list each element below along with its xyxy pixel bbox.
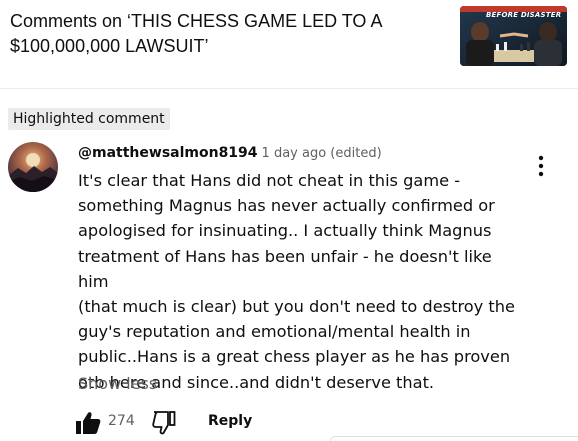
comment-header: @matthewsalmon8194 1 day ago (edited) [78, 142, 382, 162]
video-thumbnail[interactable]: BEFORE DISASTER [460, 6, 567, 66]
more-actions-button[interactable] [530, 153, 552, 179]
video-title: Comments on ‘THIS CHESS GAME LED TO A $1… [10, 11, 382, 56]
comment-author[interactable]: @matthewsalmon8194 [78, 145, 258, 161]
thumbs-up-filled-icon [76, 412, 101, 434]
avatar-image [8, 142, 58, 192]
dislike-button[interactable] [150, 410, 178, 436]
thumbnail-caption: BEFORE DISASTER [486, 11, 562, 19]
show-less-button[interactable]: Show less [78, 374, 157, 393]
header-divider [0, 88, 578, 89]
highlighted-comment-badge: Highlighted comment [8, 108, 170, 130]
bottom-panel-edge [330, 436, 578, 441]
reply-button[interactable]: Reply [208, 413, 252, 429]
comments-header: Comments on ‘THIS CHESS GAME LED TO A $1… [0, 0, 578, 88]
avatar[interactable] [8, 142, 58, 192]
like-count: 274 [108, 413, 135, 429]
comment-text: It's clear that Hans did not cheat in th… [78, 171, 515, 392]
like-button[interactable] [74, 410, 102, 436]
vertical-ellipsis-icon [538, 155, 544, 177]
thumbs-down-outline-icon [152, 411, 176, 435]
comment-timestamp[interactable]: 1 day ago (edited) [262, 146, 382, 161]
